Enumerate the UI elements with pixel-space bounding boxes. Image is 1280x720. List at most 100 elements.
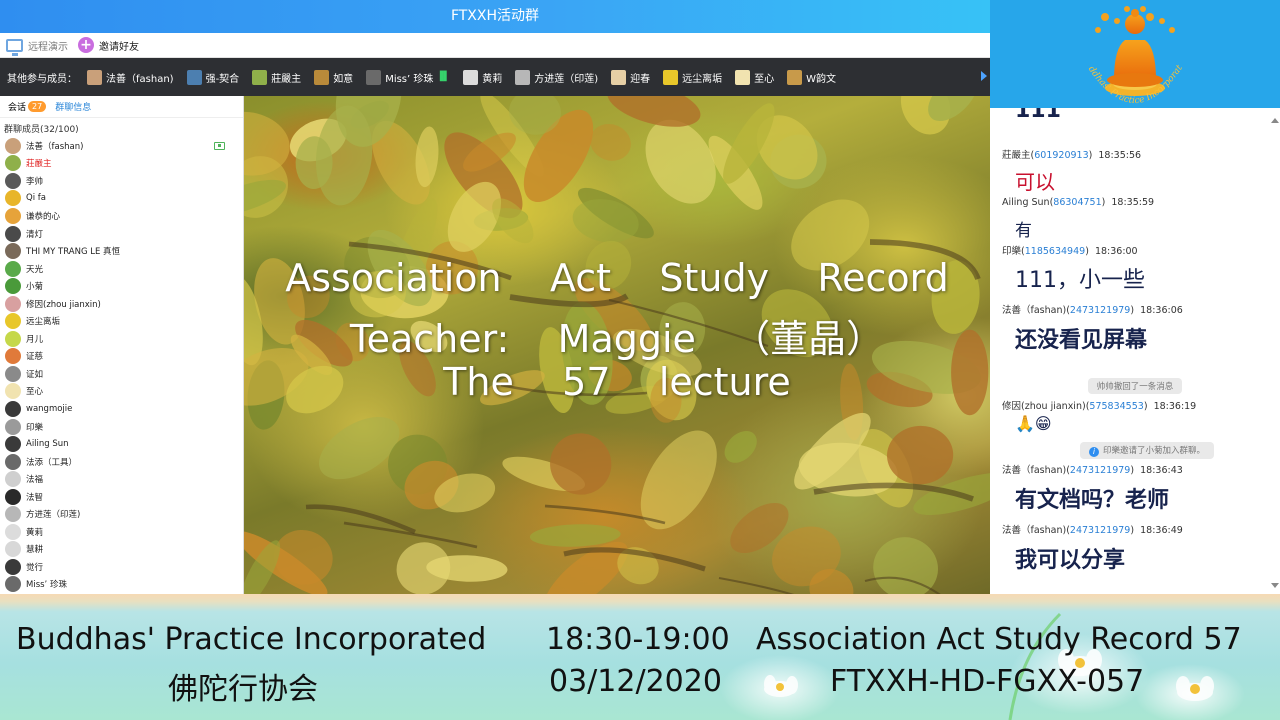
chat-message-text: 我可以分享 xyxy=(1015,548,1126,573)
member-row[interactable]: wangmojie xyxy=(0,400,243,418)
toolbar: 远程演示 + 邀请好友 xyxy=(0,33,990,58)
sender-id-link[interactable]: 86304751 xyxy=(1053,197,1101,208)
member-row[interactable]: 法善（fashan) xyxy=(0,137,243,155)
member-row[interactable]: 法添（工具） xyxy=(0,453,243,471)
slide-teacher-line: Teacher: Maggie （董晶） xyxy=(349,317,885,361)
member-name: 谦恭的心 xyxy=(26,211,61,222)
tab-chat[interactable]: 会话 27 xyxy=(8,100,47,113)
member-row[interactable]: Qi fa xyxy=(0,190,243,208)
scroll-up-icon[interactable] xyxy=(1271,118,1279,123)
member-row[interactable]: 远尘离垢 xyxy=(0,312,243,330)
member-row[interactable]: 修因(zhou jianxin) xyxy=(0,295,243,313)
camera-icon[interactable] xyxy=(214,141,225,150)
member-row[interactable]: 至心 xyxy=(0,383,243,401)
member-row[interactable]: 方进莲（印莲) xyxy=(0,505,243,523)
invite-friends-button[interactable]: + 邀请好友 xyxy=(78,37,139,53)
member-row[interactable]: 慧耕 xyxy=(0,541,243,559)
member-row[interactable]: 月儿 xyxy=(0,330,243,348)
member-name: 小菊 xyxy=(26,282,44,293)
member-name: 法福 xyxy=(26,475,44,486)
avatar xyxy=(5,365,21,382)
screen-share-icon xyxy=(6,38,23,56)
message-time: 18:36:19 xyxy=(1153,401,1197,412)
participant-item[interactable]: 如意 xyxy=(314,69,353,85)
participant-item[interactable]: 远尘离垢 xyxy=(663,69,723,85)
sender-name: 法善（fashan) xyxy=(1002,465,1067,476)
avatar xyxy=(5,400,21,417)
avatar xyxy=(611,69,627,85)
system-notice-invite: i 印樂邀请了小菊加入群聊。 xyxy=(1002,438,1280,459)
message-time: 18:36:06 xyxy=(1140,305,1183,316)
slide-title-line: Association Act Study Record xyxy=(285,256,949,300)
sender-name: 法善（fashan) xyxy=(1002,305,1067,316)
member-name: 方进莲（印莲) xyxy=(26,510,81,521)
member-row[interactable]: 黄莉 xyxy=(0,523,243,541)
member-row[interactable]: 谦恭的心 xyxy=(0,207,243,225)
scroll-down-icon[interactable] xyxy=(1271,583,1279,588)
banner-date: 03/12/2020 xyxy=(549,664,722,699)
avatar xyxy=(5,190,21,207)
participant-item[interactable]: 莊嚴主 xyxy=(252,69,301,85)
sender-id-link[interactable]: 2473121979 xyxy=(1070,465,1130,476)
member-row[interactable]: 证如 xyxy=(0,365,243,383)
participant-item[interactable]: Miss’ 珍珠 ▐▌ xyxy=(366,69,450,85)
member-name: 黄莉 xyxy=(26,527,44,538)
member-name: 印樂 xyxy=(26,422,44,433)
member-row[interactable]: 证慈 xyxy=(0,348,243,366)
sender-id-link[interactable]: 2473121979 xyxy=(1070,305,1130,316)
tab-chat-label: 会话 xyxy=(8,103,27,113)
member-name: 月儿 xyxy=(26,334,44,345)
member-row[interactable]: 清灯 xyxy=(0,225,243,243)
member-row[interactable]: 法智 xyxy=(0,488,243,506)
window-title: FTXXH活动群 xyxy=(450,8,540,24)
avatar xyxy=(186,69,202,85)
participant-name: 黄莉 xyxy=(482,73,503,85)
system-notice-recall: 帅帅撤回了一条消息 xyxy=(990,374,1280,394)
member-row[interactable]: Miss’ 珍珠 xyxy=(0,576,243,594)
participant-item[interactable]: 黄莉 xyxy=(463,69,503,85)
participant-item[interactable]: 强-契合 xyxy=(186,69,239,85)
sender-name: 法善（fashan) xyxy=(1002,525,1067,536)
remote-demo-button[interactable]: 远程演示 xyxy=(6,38,68,56)
member-row[interactable]: THI MY TRANG LE 真恒 xyxy=(0,242,243,260)
avatar xyxy=(5,137,21,154)
member-name: 证慈 xyxy=(26,352,44,363)
logo-panel: Buddhas' Practice Incorporated xyxy=(990,0,1280,108)
sender-id-link[interactable]: 2473121979 xyxy=(1070,525,1130,536)
info-icon: i xyxy=(1088,447,1099,457)
member-row[interactable]: 天光 xyxy=(0,260,243,278)
tab-group-info[interactable]: 群聊信息 xyxy=(55,100,91,113)
banner-org-en: Buddhas' Practice Incorporated xyxy=(16,622,487,657)
scroll-right-icon[interactable] xyxy=(981,71,987,81)
avatar xyxy=(5,576,21,593)
invite-friends-label: 邀请好友 xyxy=(99,41,139,53)
member-row[interactable]: 莊嚴主 xyxy=(0,155,243,173)
member-row[interactable]: 觉行 xyxy=(0,558,243,576)
avatar xyxy=(5,453,21,470)
banner-org-cn: 佛陀行协会 xyxy=(168,672,318,707)
sender-id-link[interactable]: 601920913 xyxy=(1034,150,1088,161)
unread-badge: 27 xyxy=(28,101,47,112)
participant-item[interactable]: 至心 xyxy=(735,69,774,85)
member-row[interactable]: 法福 xyxy=(0,470,243,488)
chat-message-header: 莊嚴主(601920913) 18:35:56 xyxy=(1002,150,1142,161)
sender-name: 修因(zhou jianxin) xyxy=(1002,401,1086,412)
member-row[interactable]: 小菊 xyxy=(0,277,243,295)
participant-name: 法善（fashan) xyxy=(106,73,174,85)
participant-item[interactable]: 迎春 xyxy=(611,69,650,85)
slide-text: Association Act Study Record Teacher: Ma… xyxy=(244,96,990,594)
message-time: 18:35:56 xyxy=(1098,150,1142,161)
participant-item[interactable]: 方进莲（印莲) xyxy=(515,69,598,85)
member-name: Qi fa xyxy=(26,193,46,204)
member-row[interactable]: 印樂 xyxy=(0,418,243,436)
member-row[interactable]: Ailing Sun xyxy=(0,435,243,453)
participant-item[interactable]: W韵文 xyxy=(787,69,836,85)
member-name: 天光 xyxy=(26,264,44,275)
banner-time: 18:30-19:00 xyxy=(546,622,730,657)
sender-id-link[interactable]: 575834553 xyxy=(1089,401,1143,412)
participant-item[interactable]: 法善（fashan) xyxy=(87,69,174,85)
member-row[interactable]: 李帅 xyxy=(0,172,243,190)
sender-id-link[interactable]: 1185634949 xyxy=(1025,246,1085,257)
participant-name: 远尘离垢 xyxy=(682,73,723,85)
chat-scrollbar[interactable] xyxy=(1271,118,1279,588)
